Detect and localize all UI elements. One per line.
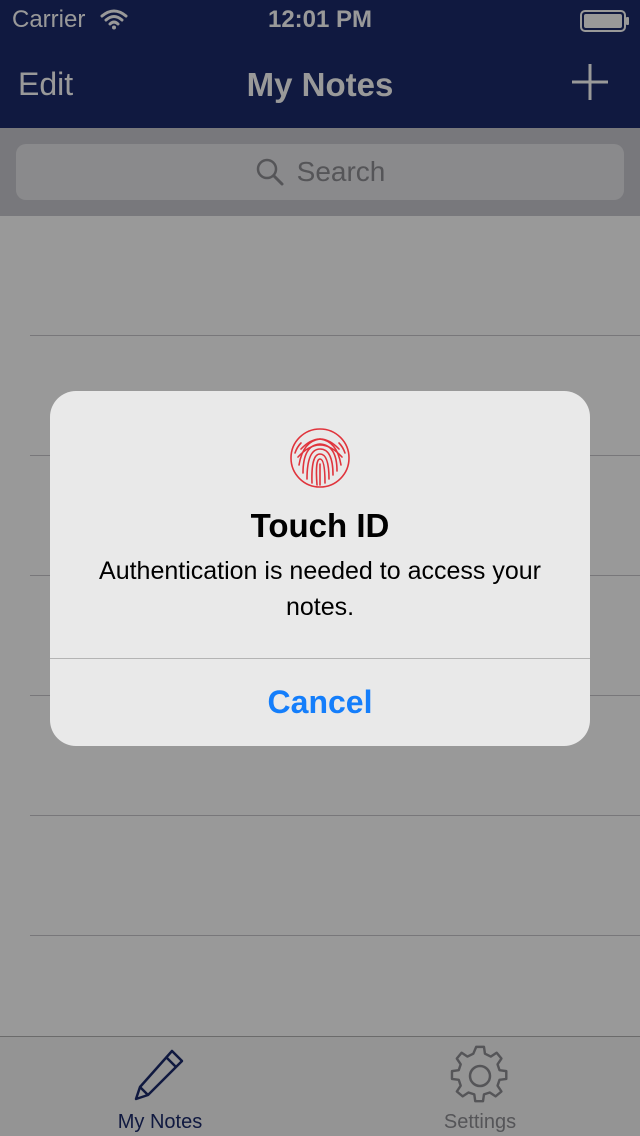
alert-message: Authentication is needed to access your … <box>99 557 541 621</box>
touch-id-alert: Touch ID Authentication is needed to acc… <box>50 391 590 746</box>
fingerprint-icon <box>290 428 350 488</box>
app-screen: Carrier 12:01 PM Edit My Notes Search My… <box>0 0 640 1136</box>
alert-title: Touch ID <box>250 507 390 544</box>
fingerprint-wrapper <box>50 427 590 489</box>
cancel-button[interactable]: Cancel <box>50 659 590 746</box>
